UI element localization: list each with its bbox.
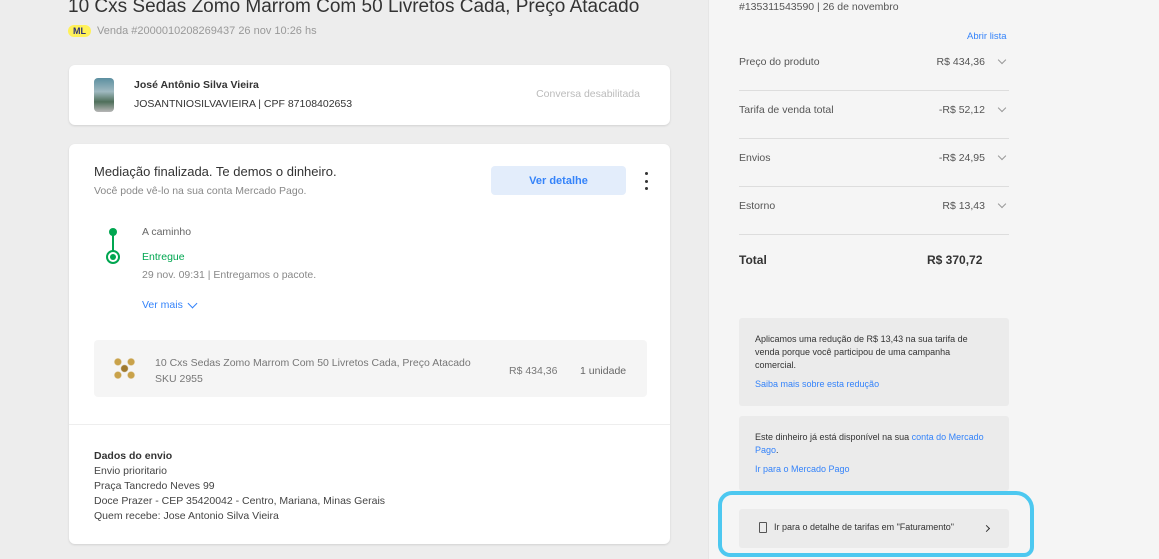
fee-reduction-info: Aplicamos uma redução de R$ 13,43 na sua… xyxy=(739,318,1009,406)
chat-status: Conversa desabilitada xyxy=(536,88,640,100)
main-panel: 10 Cxs Sedas Zomo Marrom Com 50 Livretos… xyxy=(0,0,708,559)
product-name: 10 Cxs Sedas Zomo Marrom Com 50 Livretos… xyxy=(155,357,471,369)
summary-row-label: Preço do produto xyxy=(739,56,820,68)
chevron-down-icon xyxy=(997,103,1007,113)
summary-row-value: R$ 434,36 xyxy=(936,56,985,68)
go-to-mercado-pago-link[interactable]: Ir para o Mercado Pago xyxy=(755,463,993,476)
shipping-line: Envio prioritario xyxy=(94,465,167,477)
summary-row-product-price[interactable]: Preço do produto R$ 434,36 xyxy=(739,43,1009,91)
fee-reduction-link[interactable]: Saiba mais sobre esta redução xyxy=(755,378,993,391)
summary-row-value: R$ 13,43 xyxy=(942,200,985,212)
sale-info: Venda #2000010208269437 26 nov 10:26 hs xyxy=(97,25,317,37)
billing-detail-link[interactable]: Ir para o detalhe de tarifas em "Faturam… xyxy=(739,509,1009,548)
view-detail-button[interactable]: Ver detalhe xyxy=(491,166,626,195)
mediation-title: Mediação finalizada. Te demos o dinheiro… xyxy=(94,164,337,179)
timeline-step-delivered: Entregue xyxy=(142,251,185,263)
chevron-down-icon xyxy=(997,151,1007,161)
product-row[interactable]: 10 Cxs Sedas Zomo Marrom Com 50 Livretos… xyxy=(94,340,647,397)
product-thumbnail xyxy=(108,352,141,385)
summary-row-shipping[interactable]: Envios -R$ 24,95 xyxy=(739,139,1009,187)
order-card: Mediação finalizada. Te demos o dinheiro… xyxy=(69,144,670,544)
chevron-down-icon xyxy=(187,298,198,308)
summary-row-label: Tarifa de venda total xyxy=(739,104,834,116)
buyer-id: JOSANTNIOSILVAVIEIRA | CPF 87108402653 xyxy=(134,98,353,110)
open-list-link[interactable]: Abrir lista xyxy=(967,31,1007,42)
timeline-current-dot-icon xyxy=(106,250,120,264)
shipping-line: Doce Prazer - CEP 35420042 - Centro, Mar… xyxy=(94,495,386,507)
product-price: R$ 434,36 xyxy=(509,365,558,377)
document-icon xyxy=(759,522,767,533)
total-label: Total xyxy=(739,253,767,267)
shipping-line: Praça Tancredo Neves 99 xyxy=(94,480,215,492)
summary-row-refund[interactable]: Estorno R$ 13,43 xyxy=(739,187,1009,235)
summary-panel: #135311543590 | 26 de novembro Abrir lis… xyxy=(708,0,1159,559)
divider xyxy=(69,424,670,425)
product-sku: SKU 2955 xyxy=(155,373,203,385)
summary-row-sale-fee[interactable]: Tarifa de venda total -R$ 52,12 xyxy=(739,91,1009,139)
order-reference: #135311543590 | 26 de novembro xyxy=(739,1,899,13)
timeline-dot-icon xyxy=(109,228,117,236)
chevron-right-icon xyxy=(982,524,991,533)
summary-row-value: -R$ 52,12 xyxy=(938,104,985,116)
summary-row-label: Estorno xyxy=(739,200,776,212)
avatar xyxy=(94,78,114,112)
sale-info-line: ML Venda #2000010208269437 26 nov 10:26 … xyxy=(68,25,317,37)
billing-detail-label: Ir para o detalhe de tarifas em "Faturam… xyxy=(774,522,954,532)
more-options-icon[interactable] xyxy=(641,172,651,190)
summary-row-label: Envios xyxy=(739,152,771,164)
buyer-name: José Antônio Silva Vieira xyxy=(134,79,259,91)
money-available-text: Este dinheiro já está disponível na sua xyxy=(755,432,910,442)
see-more-label: Ver mais xyxy=(142,299,183,311)
timeline-step-detail: 29 nov. 09:31 | Entregamos o pacote. xyxy=(142,269,317,281)
money-available-info: Este dinheiro já está disponível na sua … xyxy=(739,416,1009,491)
shipping-line: Quem recebe: Jose Antonio Silva Vieira xyxy=(94,510,279,522)
shipping-title: Dados do envio xyxy=(94,450,173,462)
ml-badge: ML xyxy=(68,25,91,37)
buyer-card: José Antônio Silva Vieira JOSANTNIOSILVA… xyxy=(69,65,670,125)
chevron-down-icon xyxy=(997,55,1007,65)
chevron-down-icon xyxy=(997,199,1007,209)
see-more-link[interactable]: Ver mais xyxy=(142,298,198,311)
product-quantity: 1 unidade xyxy=(580,365,627,377)
summary-row-value: -R$ 24,95 xyxy=(938,152,985,164)
timeline-step-in-transit: A caminho xyxy=(142,226,192,238)
mediation-subtitle: Você pode vê-lo na sua conta Mercado Pag… xyxy=(94,185,307,197)
fee-reduction-text: Aplicamos uma redução de R$ 13,43 na sua… xyxy=(755,334,968,370)
page-title: 10 Cxs Sedas Zomo Marrom Com 50 Livretos… xyxy=(68,0,640,17)
money-available-suffix: . xyxy=(776,445,779,455)
total-value: R$ 370,72 xyxy=(927,253,983,267)
